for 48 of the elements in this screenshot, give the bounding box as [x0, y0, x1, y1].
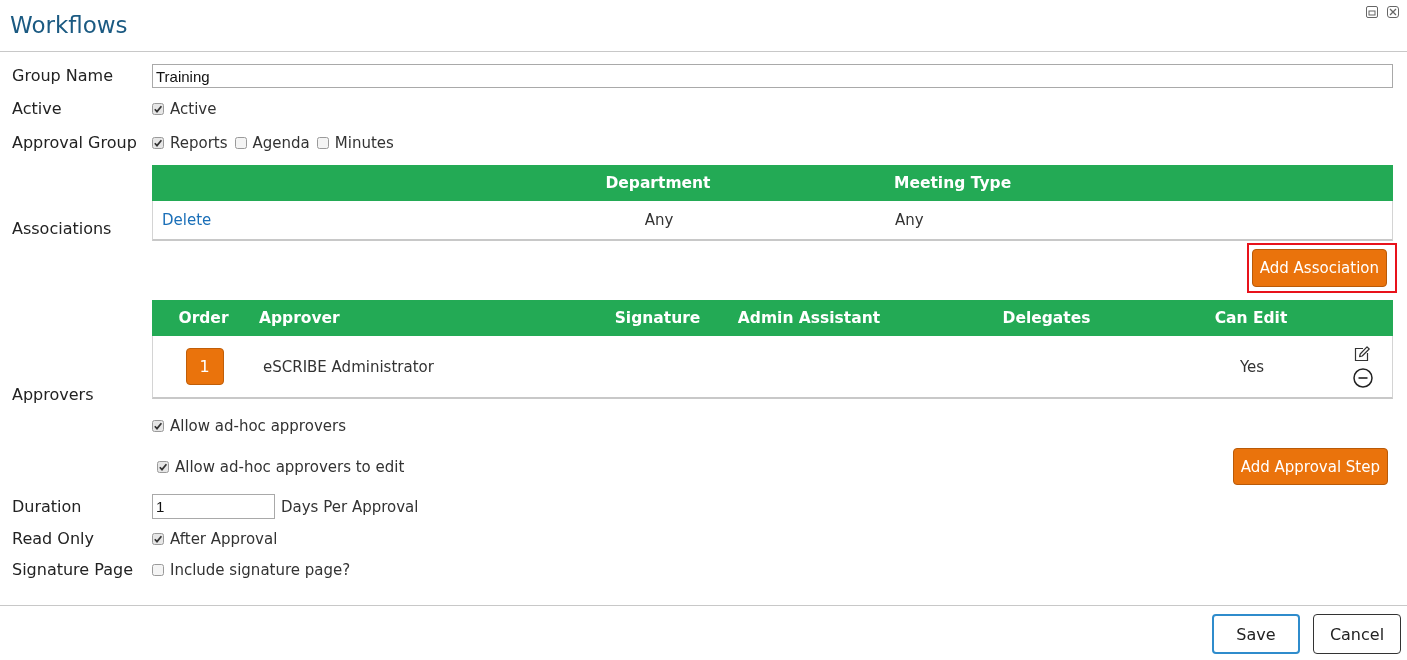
close-icon[interactable]: [1387, 6, 1399, 18]
checkbox[interactable]: [152, 564, 164, 576]
checkbox-label[interactable]: After Approval: [170, 529, 278, 549]
table-cell: Any: [644, 211, 674, 229]
table-cell: Yes: [1239, 357, 1265, 376]
field-label: Approvers: [12, 384, 94, 406]
column-header: Signature: [614, 309, 701, 327]
field-label: Group Name: [12, 65, 113, 87]
checkbox-label[interactable]: Agenda: [252, 133, 310, 153]
field-label: Read Only: [12, 528, 94, 550]
group-name-field[interactable]: Training: [152, 64, 1393, 88]
checkbox[interactable]: [152, 533, 164, 545]
window-title: Workflows: [9, 11, 128, 40]
minus-circle-icon[interactable]: [1353, 367, 1373, 388]
pencil-square-icon[interactable]: [1354, 345, 1370, 362]
column-header: Department: [605, 174, 711, 192]
checkbox[interactable]: [152, 137, 164, 149]
delete-link[interactable]: Delete: [162, 211, 212, 229]
column-header: Order: [178, 309, 229, 327]
checkbox[interactable]: [316, 137, 329, 149]
column-header: Approver: [258, 309, 340, 327]
field-label: Associations: [12, 218, 112, 240]
field-label: Active: [12, 98, 62, 120]
checkbox-label[interactable]: Minutes: [334, 133, 394, 153]
unit-label: Days Per Approval: [281, 497, 419, 516]
column-header: Meeting Type: [893, 174, 1012, 192]
duration-field[interactable]: 1: [152, 494, 275, 519]
table-cell: Any: [895, 211, 924, 229]
checkbox-label[interactable]: Allow ad-hoc approvers to edit: [175, 456, 405, 477]
checkbox[interactable]: [152, 103, 164, 115]
checkbox[interactable]: [157, 460, 169, 473]
checkbox-label[interactable]: Include signature page?: [170, 560, 351, 580]
column-header: Admin Assistant: [737, 309, 881, 327]
field-label: Signature Page: [12, 559, 133, 581]
column-header: Delegates: [1002, 309, 1091, 327]
checkbox[interactable]: [152, 420, 164, 432]
field-label: Approval Group: [12, 132, 137, 154]
table-cell: eSCRIBE Administrator: [263, 357, 434, 376]
checkbox[interactable]: [234, 137, 247, 149]
checkbox-label[interactable]: Reports: [170, 133, 228, 153]
cancel-button[interactable]: Cancel: [1313, 614, 1401, 654]
checkbox-label[interactable]: Active: [170, 99, 217, 119]
order-badge: 1: [185, 348, 224, 385]
save-button[interactable]: Save: [1212, 614, 1300, 654]
column-header: Can Edit: [1214, 309, 1288, 327]
checkbox-label[interactable]: Allow ad-hoc approvers: [170, 416, 346, 436]
field-label: Duration: [12, 495, 82, 518]
window-icon[interactable]: [1366, 6, 1378, 18]
